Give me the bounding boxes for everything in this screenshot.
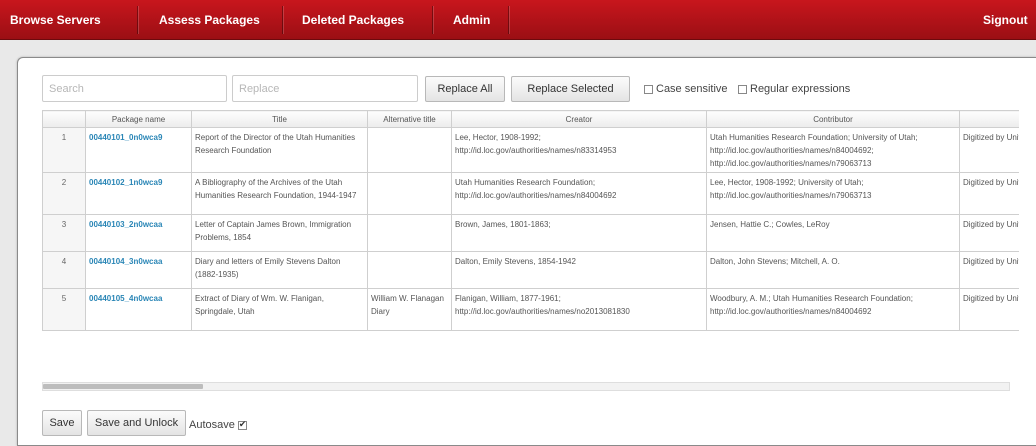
case-sensitive-checkbox[interactable] (644, 84, 653, 94)
nav-admin[interactable]: Admin (453, 0, 490, 40)
nav-separator (282, 6, 283, 34)
column-header-row-number (42, 110, 86, 128)
table-row: 2 00440102_1n0wca9 A Bibliography of the… (42, 172, 1019, 215)
horizontal-scrollbar[interactable] (42, 382, 1010, 391)
title-cell[interactable]: Extract of Diary of Wm. W. Flanigan, Spr… (191, 288, 368, 331)
replace-selected-button[interactable]: Replace Selected (511, 76, 630, 102)
table-row: 3 00440103_2n0wcaa Letter of Captain Jam… (42, 214, 1019, 252)
title-cell[interactable]: Letter of Captain James Brown, Immigrati… (191, 214, 368, 252)
package-link[interactable]: 00440105_4n0wcaa (85, 288, 192, 331)
creator-cell[interactable]: Flanigan, William, 1877-1961; http://id.… (451, 288, 707, 331)
alternative-title-cell[interactable] (367, 127, 452, 173)
replace-all-button[interactable]: Replace All (425, 76, 505, 102)
column-header-next[interactable] (959, 110, 1019, 128)
nav-separator (137, 6, 138, 34)
package-link[interactable]: 00440102_1n0wca9 (85, 172, 192, 215)
column-header-alternative-title[interactable]: Alternative title (367, 110, 452, 128)
truncated-cell[interactable]: Digitized by University (959, 214, 1019, 252)
column-header-package-name[interactable]: Package name (85, 110, 192, 128)
alternative-title-cell[interactable] (367, 214, 452, 252)
contributor-cell[interactable]: Lee, Hector, 1908-1992; University of Ut… (706, 172, 960, 215)
truncated-cell[interactable]: Digitized by University (959, 251, 1019, 289)
package-link[interactable]: 00440104_3n0wcaa (85, 251, 192, 289)
autosave-option[interactable]: Autosave (189, 418, 247, 432)
title-cell[interactable]: A Bibliography of the Archives of the Ut… (191, 172, 368, 215)
creator-cell[interactable]: Brown, James, 1801-1863; (451, 214, 707, 252)
autosave-label: Autosave (189, 419, 235, 431)
creator-cell[interactable]: Lee, Hector, 1908-1992; http://id.loc.go… (451, 127, 707, 173)
edit-panel: Replace All Replace Selected Case sensit… (17, 57, 1036, 446)
truncated-cell[interactable]: Digitized by University (959, 172, 1019, 215)
package-link[interactable]: 00440103_2n0wcaa (85, 214, 192, 252)
nav-signout[interactable]: Signout (983, 0, 1028, 40)
save-button[interactable]: Save (42, 410, 82, 436)
creator-cell[interactable]: Utah Humanities Research Foundation; htt… (451, 172, 707, 215)
regular-expressions-option[interactable]: Regular expressions (738, 82, 850, 96)
nav-deleted-packages[interactable]: Deleted Packages (302, 0, 404, 40)
alternative-title-cell[interactable]: William W. Flanagan Diary (367, 288, 452, 331)
contributor-cell[interactable]: Woodbury, A. M.; Utah Humanities Researc… (706, 288, 960, 331)
title-cell[interactable]: Diary and letters of Emily Stevens Dalto… (191, 251, 368, 289)
replace-input[interactable] (232, 75, 418, 102)
contributor-cell[interactable]: Dalton, John Stevens; Mitchell, A. O. (706, 251, 960, 289)
alternative-title-cell[interactable] (367, 172, 452, 215)
row-number: 4 (42, 251, 86, 289)
case-sensitive-label: Case sensitive (656, 83, 728, 95)
column-header-creator[interactable]: Creator (451, 110, 707, 128)
contributor-cell[interactable]: Utah Humanities Research Foundation; Uni… (706, 127, 960, 173)
column-header-title[interactable]: Title (191, 110, 368, 128)
row-number: 2 (42, 172, 86, 215)
row-number: 3 (42, 214, 86, 252)
top-nav-bar: Browse Servers Assess Packages Deleted P… (0, 0, 1036, 40)
nav-assess-packages[interactable]: Assess Packages (159, 0, 260, 40)
contributor-cell[interactable]: Jensen, Hattie C.; Cowles, LeRoy (706, 214, 960, 252)
truncated-cell[interactable]: Digitized by University (959, 288, 1019, 331)
metadata-grid: Package name Title Alternative title Cre… (42, 110, 1019, 368)
autosave-checkbox[interactable] (237, 419, 247, 430)
creator-cell[interactable]: Dalton, Emily Stevens, 1854-1942 (451, 251, 707, 289)
grid-header-row: Package name Title Alternative title Cre… (42, 110, 1019, 128)
nav-separator (508, 6, 509, 34)
table-row: 5 00440105_4n0wcaa Extract of Diary of W… (42, 288, 1019, 331)
scrollbar-thumb[interactable] (43, 384, 203, 389)
nav-separator (432, 6, 433, 34)
column-header-contributor[interactable]: Contributor (706, 110, 960, 128)
row-number: 1 (42, 127, 86, 173)
table-row: 1 00440101_0n0wca9 Report of the Directo… (42, 127, 1019, 173)
package-link[interactable]: 00440101_0n0wca9 (85, 127, 192, 173)
case-sensitive-option[interactable]: Case sensitive (644, 82, 728, 96)
table-row: 4 00440104_3n0wcaa Diary and letters of … (42, 251, 1019, 289)
truncated-cell[interactable]: Digitized by University (959, 127, 1019, 173)
regular-expressions-checkbox[interactable] (738, 84, 747, 94)
row-number: 5 (42, 288, 86, 331)
save-and-unlock-button[interactable]: Save and Unlock (87, 410, 186, 436)
title-cell[interactable]: Report of the Director of the Utah Human… (191, 127, 368, 173)
alternative-title-cell[interactable] (367, 251, 452, 289)
search-input[interactable] (42, 75, 227, 102)
regular-expressions-label: Regular expressions (750, 83, 851, 95)
nav-browse-servers[interactable]: Browse Servers (10, 0, 101, 40)
